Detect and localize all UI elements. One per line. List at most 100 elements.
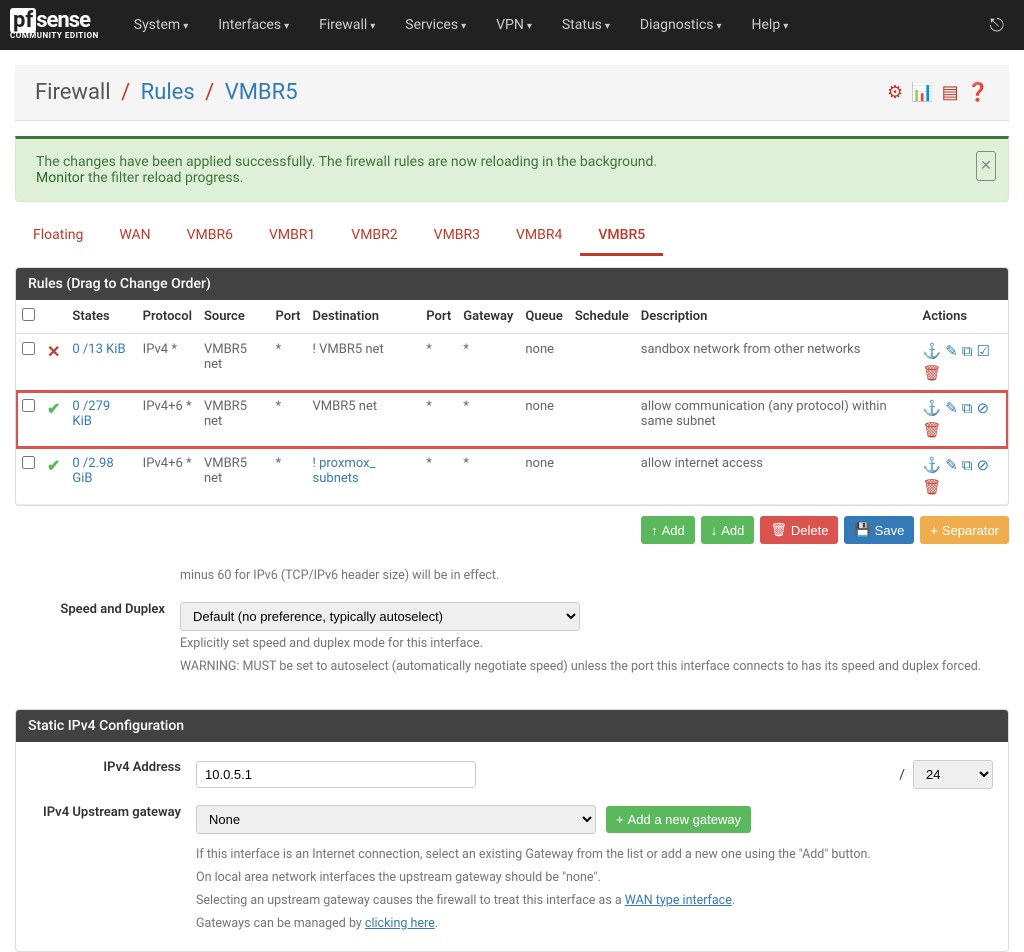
wan-type-link[interactable]: WAN type interface <box>625 893 732 908</box>
dest-alias-link[interactable]: ! proxmox_ subnets <box>313 456 376 486</box>
tab-vmbr2[interactable]: VMBR2 <box>333 217 415 256</box>
nav-firewall[interactable]: Firewall▾ <box>304 17 390 33</box>
trash-icon[interactable]: 🗑 <box>923 478 942 496</box>
enable-icon[interactable]: ☑ <box>977 342 990 360</box>
cell-gw: * <box>457 448 519 505</box>
cell-port: * <box>270 391 307 448</box>
nav-status[interactable]: Status▾ <box>547 17 625 33</box>
nav-services[interactable]: Services▾ <box>390 17 481 33</box>
add-bottom-button[interactable]: ↓ Add <box>701 516 755 544</box>
anchor-icon[interactable]: ⚓ <box>923 456 942 474</box>
cell-dest: ! VMBR5 net <box>307 334 421 391</box>
rules-table: States Protocol Source Port Destination … <box>16 300 1008 505</box>
copy-icon[interactable]: ⧉ <box>962 342 973 360</box>
row-checkbox[interactable] <box>22 342 35 355</box>
add-top-button[interactable]: ↑ Add <box>641 516 695 544</box>
col-port2: Port <box>420 300 457 334</box>
row-actions: ⚓✎⧉⊘ 🗑 <box>923 399 1002 439</box>
breadcrumb: Firewall / Rules / VMBR5 <box>35 80 298 105</box>
cell-gw: * <box>457 391 519 448</box>
col-dest: Destination <box>307 300 421 334</box>
col-port: Port <box>270 300 307 334</box>
logo[interactable]: pfsense COMMUNITY EDITION <box>10 10 99 40</box>
gateway-select[interactable]: None <box>196 805 596 834</box>
cell-source: VMBR5 net <box>198 334 270 391</box>
interface-tabs: Floating WAN VMBR6 VMBR1 VMBR2 VMBR3 VMB… <box>15 217 1009 257</box>
trash-icon[interactable]: 🗑 <box>923 421 942 439</box>
logout-icon[interactable]: ⎋ <box>990 15 1004 36</box>
cell-dest: ! proxmox_ subnets <box>307 448 421 505</box>
tab-floating[interactable]: Floating <box>15 217 101 256</box>
nav-vpn[interactable]: VPN▾ <box>481 17 547 33</box>
col-source: Source <box>198 300 270 334</box>
copy-icon[interactable]: ⧉ <box>962 399 973 417</box>
anchor-icon[interactable]: ⚓ <box>923 399 942 417</box>
ipv4-mask-select[interactable]: 24 <box>913 760 993 789</box>
breadcrumb-actions: ⚙ 📊 ▤ ❓ <box>887 82 989 103</box>
gw-help2: On local area network interfaces the ups… <box>196 869 993 888</box>
monitor-link[interactable]: Monitor <box>36 170 85 186</box>
bc-rules[interactable]: Rules <box>141 80 195 105</box>
edit-icon[interactable]: ✎ <box>945 399 958 417</box>
nav-interfaces[interactable]: Interfaces▾ <box>203 17 304 33</box>
tab-wan[interactable]: WAN <box>101 217 168 256</box>
bc-vmbr5[interactable]: VMBR5 <box>225 80 298 105</box>
table-row[interactable]: ✔0 /2.98 GiBIPv4+6 *VMBR5 net*! proxmox_… <box>16 448 1008 505</box>
tab-vmbr3[interactable]: VMBR3 <box>416 217 498 256</box>
col-queue: Queue <box>519 300 568 334</box>
separator-button[interactable]: + Separator <box>920 516 1009 544</box>
trash-icon[interactable]: 🗑 <box>923 364 942 382</box>
table-row[interactable]: ✕0 /13 KiBIPv4 *VMBR5 net*! VMBR5 net**n… <box>16 334 1008 391</box>
settings-icon[interactable]: ⚙ <box>887 82 903 103</box>
rule-action-buttons: ↑ Add ↓ Add 🗑 Delete 💾 Save + Separator <box>15 516 1009 544</box>
cell-desc: allow internet access <box>635 448 917 505</box>
top-navbar: pfsense COMMUNITY EDITION System▾ Interf… <box>0 0 1024 50</box>
col-protocol: Protocol <box>137 300 198 334</box>
edit-icon[interactable]: ✎ <box>945 342 958 360</box>
cell-dest: VMBR5 net <box>307 391 421 448</box>
edit-icon[interactable]: ✎ <box>945 456 958 474</box>
copy-icon[interactable]: ⧉ <box>962 456 973 474</box>
gw-help4: Gateways can be managed by clicking here… <box>196 915 993 934</box>
cell-queue: none <box>519 334 568 391</box>
nav-system[interactable]: System▾ <box>119 17 203 33</box>
cell-gw: * <box>457 334 519 391</box>
log-icon[interactable]: ▤ <box>942 82 959 103</box>
tab-vmbr1[interactable]: VMBR1 <box>251 217 333 256</box>
row-checkbox[interactable] <box>22 456 35 469</box>
disable-icon[interactable]: ⊘ <box>977 399 990 417</box>
cell-port2: * <box>420 334 457 391</box>
interface-config-partial: minus 60 for IPv6 (TCP/IPv6 header size)… <box>0 555 1024 699</box>
rules-panel-header: Rules (Drag to Change Order) <box>16 268 1008 300</box>
col-schedule: Schedule <box>569 300 635 334</box>
cell-sched <box>569 391 635 448</box>
cell-port: * <box>270 448 307 505</box>
chart-icon[interactable]: 📊 <box>911 82 933 103</box>
alert-close-button[interactable]: ✕ <box>976 151 996 181</box>
help-icon[interactable]: ❓ <box>967 82 989 103</box>
success-alert: The changes have been applied successful… <box>15 136 1009 202</box>
disable-icon[interactable]: ⊘ <box>977 456 990 474</box>
select-all-checkbox[interactable] <box>22 308 35 321</box>
rules-panel: Rules (Drag to Change Order) States Prot… <box>15 267 1009 506</box>
delete-button[interactable]: 🗑 Delete <box>760 516 838 544</box>
nav-diagnostics[interactable]: Diagnostics▾ <box>625 17 737 33</box>
table-row[interactable]: ✔0 /279 KiBIPv4+6 *VMBR5 net*VMBR5 net**… <box>16 391 1008 448</box>
anchor-icon[interactable]: ⚓ <box>923 342 942 360</box>
clicking-here-link[interactable]: clicking here <box>365 916 435 931</box>
save-button[interactable]: 💾 Save <box>844 516 914 544</box>
nav-help[interactable]: Help▾ <box>737 17 804 33</box>
add-gateway-button[interactable]: + Add a new gateway <box>606 806 751 833</box>
cell-port: * <box>270 334 307 391</box>
states-link[interactable]: 0 /279 KiB <box>72 399 110 429</box>
ipv4-address-input[interactable] <box>196 761 476 788</box>
speed-select[interactable]: Default (no preference, typically autose… <box>180 602 580 631</box>
cell-desc: allow communication (any protocol) withi… <box>635 391 917 448</box>
tab-vmbr4[interactable]: VMBR4 <box>498 217 580 256</box>
tab-vmbr5[interactable]: VMBR5 <box>580 217 663 256</box>
static-ipv4-panel: Static IPv4 Configuration IPv4 Address /… <box>15 709 1009 952</box>
states-link[interactable]: 0 /2.98 GiB <box>72 456 113 486</box>
row-checkbox[interactable] <box>22 399 35 412</box>
states-link[interactable]: 0 /13 KiB <box>72 342 125 357</box>
tab-vmbr6[interactable]: VMBR6 <box>169 217 251 256</box>
